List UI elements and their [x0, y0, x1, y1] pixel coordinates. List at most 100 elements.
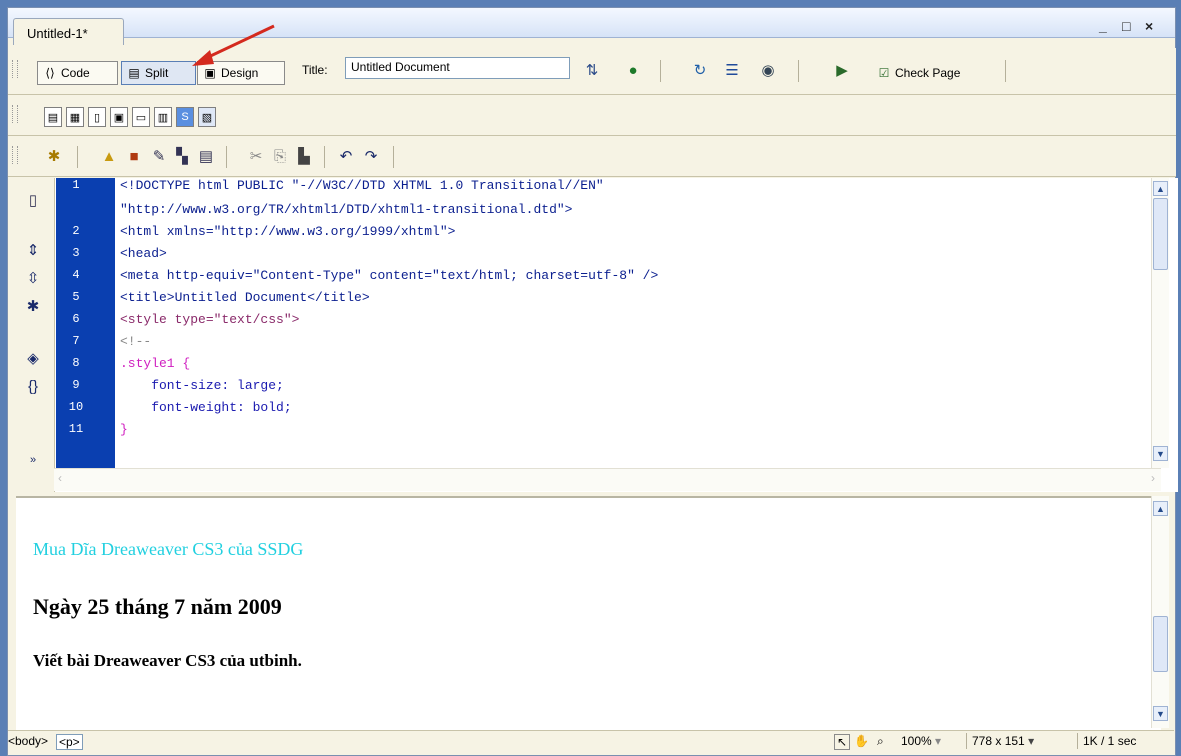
new-document-icon[interactable]: ✱ [44, 146, 64, 166]
window-size-select[interactable]: 778 x 151 ▾ [972, 734, 1034, 748]
view-options-icon[interactable]: ☰ [722, 60, 742, 80]
toolbar-separator [393, 146, 394, 168]
scroll-left-icon[interactable]: ‹ [58, 471, 62, 485]
code-line[interactable]: } [120, 422, 128, 437]
code-line[interactable]: <!-- [120, 334, 151, 349]
toolbar-grip[interactable] [12, 105, 18, 123]
split-view-button[interactable]: ▤ Split [121, 61, 196, 85]
code-line[interactable]: <title>Untitled Document</title> [120, 290, 370, 305]
more-tools-icon[interactable]: » [23, 450, 43, 470]
collapse-tag-icon[interactable]: ⇕ [23, 240, 43, 260]
download-size-time: 1K / 1 sec [1083, 734, 1137, 748]
toolbar-separator [660, 60, 661, 82]
zoom-tool-icon[interactable]: ⌕ [877, 734, 884, 749]
select-tool-icon[interactable]: ↖ [834, 734, 851, 750]
tv-media-icon[interactable]: ▥ [154, 107, 172, 127]
minimize-button[interactable]: _ [1099, 18, 1107, 34]
code-line[interactable]: font-size: large; [120, 378, 284, 393]
code-view-button[interactable]: ⟨⟩ Code [37, 61, 118, 85]
scroll-thumb[interactable] [1153, 198, 1168, 270]
code-line[interactable]: .style1 { [120, 356, 190, 371]
chevron-down-icon: ▾ [935, 734, 942, 748]
code-view-icon: ⟨⟩ [45, 66, 55, 80]
toolbar-separator [1005, 60, 1006, 82]
line-number: 8 [72, 356, 80, 370]
save-icon[interactable]: ✎ [149, 146, 169, 166]
validate-markup-icon[interactable]: ▶ [832, 60, 852, 80]
title-label: Title: [302, 63, 328, 77]
status-divider [1077, 733, 1078, 749]
check-page-icon: ☑ [878, 66, 890, 80]
tag-selector-p[interactable]: <p> [56, 734, 83, 750]
copy-icon[interactable]: ⎘ [270, 146, 290, 166]
design-time-style-icon[interactable]: ▧ [198, 107, 216, 127]
toolbar-separator [226, 146, 227, 168]
design-line-3[interactable]: Viết bài Dreaweaver CS3 của utbinh. [33, 651, 302, 671]
projection-media-icon[interactable]: ▣ [110, 107, 128, 127]
toolbar-separator [798, 60, 799, 82]
toolbar-grip[interactable] [12, 60, 18, 78]
check-page-button[interactable]: ☑ Check Page [872, 61, 992, 85]
cut-icon[interactable]: ✂ [246, 146, 266, 166]
refresh-icon[interactable]: ↻ [690, 60, 710, 80]
line-number: 4 [72, 268, 80, 282]
status-divider [966, 733, 967, 749]
design-line-2[interactable]: Ngày 25 tháng 7 năm 2009 [33, 594, 282, 620]
code-line[interactable]: <style type="text/css"> [120, 312, 299, 327]
scroll-right-icon[interactable]: › [1151, 471, 1155, 485]
code-line[interactable]: font-weight: bold; [120, 400, 291, 415]
expand-all-icon[interactable]: ✱ [23, 296, 43, 316]
restore-button[interactable]: □ [1122, 18, 1130, 34]
print-media-icon[interactable]: ▦ [66, 107, 84, 127]
design-line-1[interactable]: Mua Dĩa Dreaweaver CS3 của SSDG [33, 539, 303, 560]
file-management-icon[interactable]: ⇅ [582, 60, 602, 80]
collapse-selection-icon[interactable]: ⇳ [23, 268, 43, 288]
handheld-media-icon[interactable]: ▯ [88, 107, 106, 127]
red-arrow-annotation [192, 24, 275, 66]
code-vertical-scrollbar[interactable]: ▲ ▼ [1151, 178, 1169, 468]
design-vertical-scrollbar[interactable]: ▲ ▼ [1151, 496, 1169, 728]
line-number: 5 [72, 290, 80, 304]
scroll-down-icon[interactable]: ▼ [1153, 446, 1168, 461]
redo-icon[interactable]: ↷ [361, 146, 381, 166]
zoom-select[interactable]: 100% ▾ [901, 734, 941, 748]
toolbar-grip[interactable] [12, 146, 18, 164]
tty-media-icon[interactable]: ▭ [132, 107, 150, 127]
tag-selector-body[interactable]: <body> [8, 734, 48, 748]
line-number: 9 [72, 378, 80, 392]
open-documents-icon[interactable]: ▯ [23, 190, 43, 210]
title-input[interactable]: Untitled Document [345, 57, 570, 79]
code-line[interactable]: "http://www.w3.org/TR/xhtml1/DTD/xhtml1-… [120, 202, 572, 217]
code-line[interactable]: <meta http-equiv="Content-Type" content=… [120, 268, 658, 283]
hand-tool-icon[interactable]: ✋ [854, 734, 869, 748]
line-number-gutter: 1 2 3 4 5 6 7 8 9 10 11 [56, 178, 115, 468]
document-tab[interactable]: Untitled-1* [13, 18, 124, 45]
open-icon[interactable]: ▲ [99, 146, 119, 166]
browse-bridge-icon[interactable]: ■ [124, 146, 144, 166]
code-horizontal-scrollbar[interactable]: ‹ › [54, 468, 1161, 491]
toolbar-separator [77, 146, 78, 168]
scroll-down-icon[interactable]: ▼ [1153, 706, 1168, 721]
scroll-up-icon[interactable]: ▲ [1153, 501, 1168, 516]
close-button[interactable]: × [1145, 18, 1153, 34]
visual-aids-icon[interactable]: ◉ [758, 60, 778, 80]
save-all-icon[interactable]: ▚ [172, 146, 192, 166]
design-view[interactable]: Mua Dĩa Dreaweaver CS3 của SSDG Ngày 25 … [16, 496, 1161, 730]
preview-browser-icon[interactable]: ● [623, 60, 643, 80]
print-code-icon[interactable]: ▤ [196, 146, 216, 166]
paste-icon[interactable]: ▙ [294, 146, 314, 166]
code-line[interactable]: <html xmlns="http://www.w3.org/1999/xhtm… [120, 224, 455, 239]
code-line[interactable]: <!DOCTYPE html PUBLIC "-//W3C//DTD XHTML… [120, 178, 604, 193]
toggle-css-styles-icon[interactable]: S [176, 107, 194, 127]
line-number: 10 [68, 400, 84, 414]
scroll-thumb[interactable] [1153, 616, 1168, 672]
select-parent-tag-icon[interactable]: ◈ [23, 348, 43, 368]
code-line[interactable]: <head> [120, 246, 167, 261]
scroll-up-icon[interactable]: ▲ [1153, 181, 1168, 196]
undo-icon[interactable]: ↶ [336, 146, 356, 166]
line-number: 3 [72, 246, 80, 260]
screen-media-icon[interactable]: ▤ [44, 107, 62, 127]
balance-braces-icon[interactable]: {} [23, 376, 43, 396]
chevron-down-icon: ▾ [1028, 734, 1035, 748]
line-number: 1 [72, 178, 80, 192]
